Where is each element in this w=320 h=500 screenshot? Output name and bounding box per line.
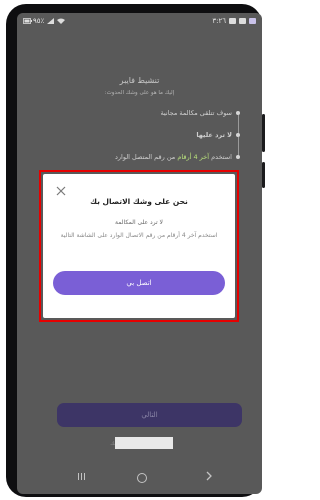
status-bar: ٩٥٪ ٣:٢٦ bbox=[17, 13, 262, 29]
step-text: سوف تتلقى مكالمة مجانية bbox=[160, 109, 232, 117]
recent-apps-icon[interactable] bbox=[77, 472, 86, 484]
volume-button bbox=[262, 114, 265, 152]
viber-notification-icon bbox=[249, 18, 256, 24]
power-button bbox=[262, 162, 265, 188]
home-icon[interactable] bbox=[137, 473, 147, 483]
call-dialog: نحن على وشك الاتصال بك لا ترد على المكال… bbox=[43, 174, 235, 318]
step-dot bbox=[236, 155, 240, 159]
status-right: ٣:٢٦ bbox=[212, 17, 256, 25]
steps-list: سوف تتلقى مكالمة مجانية لا ترد عليها است… bbox=[40, 109, 240, 175]
signal-icon bbox=[47, 18, 55, 24]
navigation-bar bbox=[17, 464, 262, 494]
redacted-phone-number bbox=[115, 437, 173, 449]
page-subtitle: إليك ما هو على وشك الحدوث: bbox=[104, 90, 175, 96]
battery-icon bbox=[23, 18, 32, 24]
battery-percent: ٩٥٪ bbox=[33, 17, 45, 25]
close-icon[interactable] bbox=[55, 182, 67, 196]
back-icon[interactable] bbox=[205, 471, 213, 484]
status-left: ٩٥٪ bbox=[23, 17, 66, 25]
dialog-title: نحن على وشك الاتصال بك bbox=[90, 197, 188, 206]
notification-icon bbox=[239, 18, 246, 24]
step-text: لا ترد عليها bbox=[196, 131, 232, 139]
dialog-body: استخدم آخر 4 أرقام من رقم الاتصال الوارد… bbox=[60, 232, 218, 239]
step-text-highlight: آخر 4 أرقام bbox=[177, 153, 210, 161]
wifi-icon bbox=[57, 18, 66, 24]
notification-icon bbox=[229, 18, 236, 24]
dialog-subtitle: لا ترد على المكالمة bbox=[115, 219, 163, 226]
step-item: لا ترد عليها bbox=[40, 131, 240, 157]
step-text-suffix: من رقم المتصل الوارد bbox=[115, 153, 178, 161]
status-time: ٣:٢٦ bbox=[212, 17, 226, 25]
call-me-button[interactable]: اتصل بي bbox=[53, 271, 225, 295]
next-button[interactable]: التالي bbox=[57, 403, 242, 427]
page-title: تنشيط فايبر bbox=[119, 76, 160, 85]
step-item: سوف تتلقى مكالمة مجانية bbox=[40, 109, 240, 135]
step-text-prefix: استخدم bbox=[209, 153, 232, 161]
